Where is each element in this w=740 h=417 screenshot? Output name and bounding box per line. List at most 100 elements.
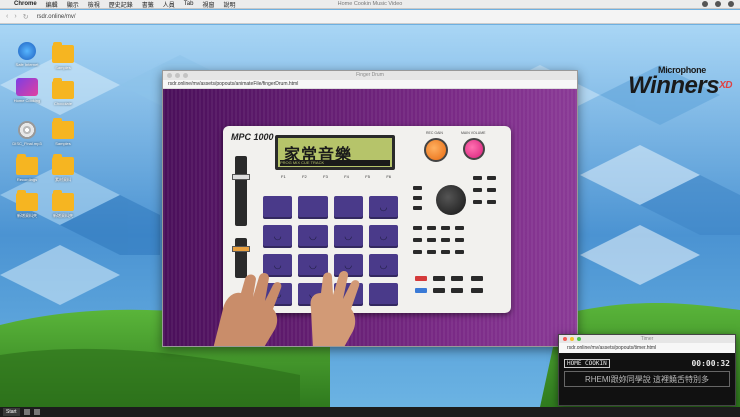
mpc-button[interactable] (487, 188, 496, 192)
desktop-icon-chocolate[interactable]: Chocolate (48, 78, 78, 106)
pad-15[interactable] (333, 196, 363, 219)
desktop-icon-recordings[interactable]: Recordings (12, 154, 42, 182)
menu-item-view[interactable]: 顯示 (67, 0, 79, 9)
mpc-button[interactable] (413, 238, 422, 242)
slider-cap[interactable] (232, 174, 250, 180)
mpc-button[interactable] (413, 226, 422, 230)
mpc-button[interactable] (455, 238, 464, 242)
menu-item-edit[interactable]: 編輯 (46, 0, 58, 9)
mpc-button[interactable] (427, 238, 436, 242)
window-controls (563, 337, 581, 341)
browser-url[interactable]: rsdr.online/mv/ (37, 14, 76, 20)
mpc-button[interactable] (427, 250, 436, 254)
rec-gain-knob[interactable] (424, 138, 448, 162)
pad-11[interactable]: ◡ (333, 225, 363, 248)
function-keys: F1 F2 F3 F4 F5 F6 (281, 174, 391, 179)
internet-explorer-icon (18, 42, 36, 60)
mpc-logo: MPC 1000 (231, 132, 274, 142)
window-titlebar[interactable]: Timer (559, 335, 735, 343)
mpc-button[interactable] (487, 200, 496, 204)
play-button[interactable] (471, 276, 483, 281)
zoom-button[interactable] (577, 337, 581, 341)
mpc-button[interactable] (455, 226, 464, 230)
pad-9[interactable]: ◡ (263, 225, 293, 248)
mpc-button[interactable] (473, 200, 482, 204)
mpc-button[interactable] (441, 238, 450, 242)
mpc-button[interactable] (441, 250, 450, 254)
mpc-button[interactable] (427, 226, 436, 230)
pad-14[interactable] (298, 196, 328, 219)
pad-10[interactable]: ◡ (298, 225, 328, 248)
menu-item-window[interactable]: 視窗 (202, 0, 214, 9)
menu-item-help[interactable]: 說明 (223, 0, 235, 9)
back-icon[interactable]: ‹ (6, 13, 8, 21)
mpc-button[interactable] (413, 196, 422, 200)
menu-list-icon[interactable] (728, 1, 734, 7)
mpc-button[interactable] (441, 226, 450, 230)
brand-suffix: XD (719, 80, 732, 91)
menu-item-tab[interactable]: Tab (184, 1, 194, 7)
forward-icon[interactable]: › (14, 13, 16, 21)
mpc-button[interactable] (413, 250, 422, 254)
window-title: Timer (640, 336, 654, 342)
overdub-button[interactable] (433, 276, 445, 281)
data-wheel[interactable] (436, 185, 466, 215)
start-button[interactable]: Start (3, 408, 20, 416)
menu-item-inspect[interactable]: 檢視 (88, 0, 100, 9)
main-volume-knob[interactable] (463, 138, 485, 160)
zoom-button[interactable] (183, 73, 188, 78)
locate-button[interactable] (433, 288, 445, 293)
reload-icon[interactable]: ↻ (23, 13, 29, 21)
menu-item-history[interactable]: 歷史記錄 (109, 0, 133, 9)
desktop-icon-new-folder[interactable]: 新增資料夾 (12, 190, 42, 219)
status-icon[interactable] (702, 1, 708, 7)
desktop-icon-materials[interactable]: 素材資料 (48, 154, 78, 183)
close-button[interactable] (167, 73, 172, 78)
mpc-button[interactable] (487, 176, 496, 180)
mpc-button[interactable] (413, 186, 422, 190)
minimize-button[interactable] (175, 73, 180, 78)
mpc-button[interactable] (413, 206, 422, 210)
pad-12[interactable]: ◡ (368, 225, 398, 248)
close-button[interactable] (563, 337, 567, 341)
browser-address-bar: ‹ › ↻ rsdr.online/mv/ (0, 10, 740, 24)
play-button-2[interactable] (471, 288, 483, 293)
f4-button[interactable]: F4 (344, 174, 349, 179)
desktop-icon-samples[interactable]: Samples (48, 42, 78, 70)
folder-icon (16, 190, 38, 211)
window-titlebar[interactable]: Finger Drum (163, 71, 577, 80)
desktop-icon-safe-internet[interactable]: Safe Internet (12, 42, 42, 67)
stop-button[interactable] (451, 276, 463, 281)
desktop-icon-new-folder-2[interactable]: 新增資料夾 (48, 190, 78, 219)
menu-app-name[interactable]: Chrome (14, 1, 37, 7)
taskbar-app-icon[interactable] (23, 409, 30, 415)
f5-button[interactable]: F5 (365, 174, 370, 179)
window-url[interactable]: rsdr.online/mv/assets/popouts/animateFil… (163, 80, 577, 89)
mpc-button[interactable] (455, 250, 464, 254)
desktop-icon-home-cooking[interactable]: Home Cooking (12, 78, 42, 103)
play-start-button[interactable] (451, 288, 463, 293)
mpc-button[interactable] (473, 176, 482, 180)
desktop-icon-samples-2[interactable]: Samples (48, 118, 78, 146)
desktop-icon-disc[interactable]: DISC_Final.mp3 (12, 121, 42, 146)
folder-icon (52, 118, 74, 139)
taskbar-app-icon[interactable] (33, 409, 40, 415)
pad-16[interactable]: ◡ (368, 196, 398, 219)
slider-cap[interactable] (232, 246, 250, 252)
f3-button[interactable]: F3 (323, 174, 328, 179)
note-variation-slider[interactable] (232, 156, 250, 226)
f2-button[interactable]: F2 (302, 174, 307, 179)
mpc-screen: 家常音樂 PROG MIX CUE TRACK (275, 135, 395, 170)
wifi-icon[interactable] (715, 1, 721, 7)
window-url[interactable]: rsdr.online/mv/assets/popouts/timer.html (559, 343, 735, 353)
desktop-icon-label: Recordings (16, 177, 38, 182)
f6-button[interactable]: F6 (386, 174, 391, 179)
desktop-icon-label: DISC_Final.mp3 (12, 141, 42, 146)
f1-button[interactable]: F1 (281, 174, 286, 179)
window-title: Home Cookin Music Video (337, 1, 403, 7)
minimize-button[interactable] (570, 337, 574, 341)
mpc-button[interactable] (473, 188, 482, 192)
pad-13[interactable] (263, 196, 293, 219)
menu-item-people[interactable]: 人員 (163, 0, 175, 9)
menu-item-bookmarks[interactable]: 書籤 (142, 0, 154, 9)
